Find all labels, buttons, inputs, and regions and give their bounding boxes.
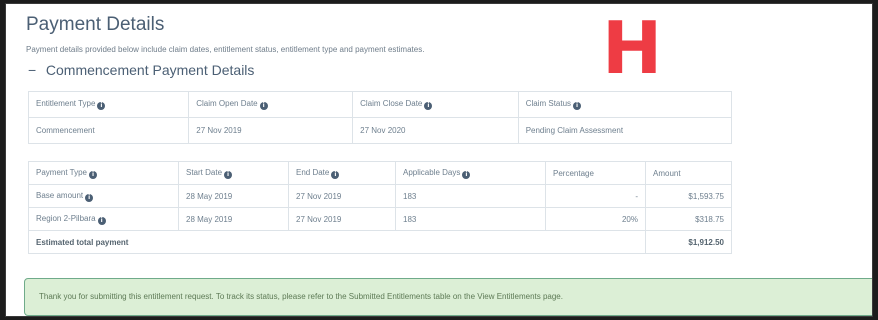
info-icon[interactable]: i — [97, 102, 106, 110]
info-icon[interactable]: i — [573, 102, 582, 110]
cell-claim-close-date: 27 Nov 2020 — [352, 117, 519, 144]
cell-end-date: 27 Nov 2019 — [288, 207, 396, 231]
column-header-start-date: Start Date i — [178, 161, 289, 185]
table-total-row: Estimated total payment $1,912.50 — [28, 230, 732, 254]
cell-start-date: 28 May 2019 — [178, 184, 289, 208]
column-header-claim-open-date: Claim Open Date i — [188, 91, 354, 118]
cell-applicable-days: 183 — [395, 184, 546, 208]
payment-details-panel: Payment Details Payment details provided… — [6, 4, 872, 316]
info-icon[interactable]: i — [224, 170, 233, 179]
table-row: Base amount i 28 May 2019 27 Nov 2019 183… — [28, 184, 732, 208]
column-header-payment-type: Payment Type i — [28, 161, 179, 185]
info-icon[interactable]: i — [89, 170, 97, 179]
success-alert: Thank you for submitting this entitlemen… — [24, 278, 872, 316]
cell-claim-open-date: 27 Nov 2019 — [188, 117, 354, 144]
cell-end-date: 27 Nov 2019 — [288, 184, 396, 208]
cell-payment-type: Base amount i — [28, 184, 179, 208]
column-header-end-date: End Date i — [288, 161, 396, 185]
payment-breakdown-table: Payment Type i Start Date i End Date i Appl… — [28, 161, 732, 254]
total-amount: $1,912.50 — [645, 230, 732, 254]
info-icon[interactable]: i — [462, 170, 471, 179]
claim-details-table: Entitlement Type i Claim Open Date i Claim… — [27, 91, 733, 144]
info-icon[interactable]: i — [85, 193, 94, 202]
info-icon[interactable]: i — [331, 170, 340, 179]
cell-applicable-days: 183 — [395, 207, 546, 231]
column-header-entitlement-type: Entitlement Type i — [27, 91, 190, 118]
section-header[interactable]: − Commencement Payment Details — [28, 62, 254, 78]
cell-start-date: 28 May 2019 — [178, 207, 289, 231]
column-header-amount: Amount — [645, 161, 732, 185]
info-icon[interactable]: i — [97, 216, 106, 225]
table-row: Region 2-Pilbara i 28 May 2019 27 Nov 201… — [28, 207, 732, 231]
column-header-percentage: Percentage — [545, 161, 646, 185]
page-title: Payment Details — [26, 14, 165, 35]
cell-claim-status: Pending Claim Assessment — [517, 117, 733, 144]
table-row: Commencement 27 Nov 2019 27 Nov 2020 Pen… — [27, 117, 733, 144]
column-header-claim-status: Claim Status i — [517, 91, 733, 118]
collapse-toggle-icon[interactable]: − — [28, 62, 42, 78]
cell-percentage: - — [545, 184, 646, 208]
section-title: Commencement Payment Details — [45, 62, 255, 78]
column-header-claim-close-date: Claim Close Date i — [352, 91, 519, 118]
cell-amount: $1,593.75 — [645, 184, 732, 208]
cell-payment-type: Region 2-Pilbara i — [28, 207, 179, 231]
column-header-applicable-days: Applicable Days i — [395, 161, 546, 185]
cell-entitlement-type: Commencement — [27, 117, 190, 144]
table-header-row: Payment Type i Start Date i End Date i Appl… — [28, 161, 732, 185]
page-description: Payment details provided below include c… — [26, 45, 425, 54]
overlay-letter: H — [602, 6, 663, 90]
info-icon[interactable]: i — [424, 102, 433, 110]
table-header-row: Entitlement Type i Claim Open Date i Claim… — [27, 91, 733, 118]
info-icon[interactable]: i — [259, 102, 268, 110]
cell-amount: $318.75 — [645, 207, 732, 231]
total-label: Estimated total payment — [28, 230, 646, 254]
cell-percentage: 20% — [545, 207, 646, 231]
